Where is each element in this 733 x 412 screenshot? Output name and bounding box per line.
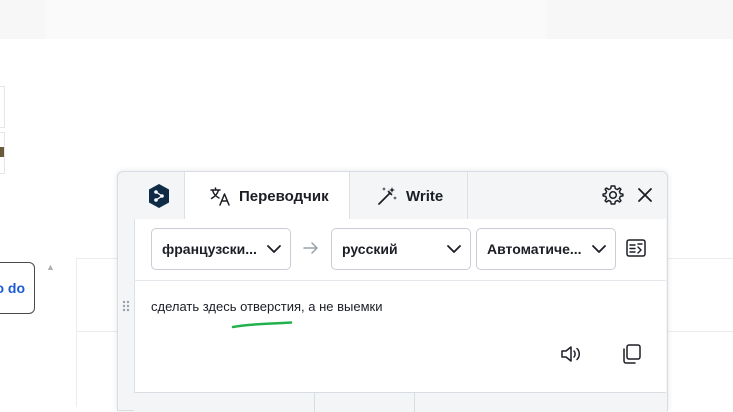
spellcheck-underline[interactable] [231,321,293,329]
arrow-right-icon [303,242,318,254]
target-language-value: русский [342,241,398,257]
copy-icon[interactable] [620,343,642,365]
background-thumbnail[interactable] [0,86,5,128]
bottom-divider [414,393,415,412]
translation-output-header [134,392,666,412]
glossary-icon[interactable] [625,238,647,258]
background-todo-label: o do [0,280,25,296]
chevron-down-icon [447,245,461,253]
speaker-icon[interactable] [560,344,582,364]
caret-up-icon: ▲ [46,262,55,272]
section-divider [134,280,666,281]
formality-mode-select[interactable]: Автоматиче... [476,228,616,270]
bottom-divider [314,393,315,412]
background-todo-button[interactable]: o do [0,262,35,314]
background-thumbnail[interactable] [0,132,5,174]
chevron-down-icon [267,245,281,253]
translator-body: французски... русский Автоматиче... сдел… [117,171,668,412]
background-top-bar-center [46,0,546,39]
source-text-area[interactable]: сделать здесь отверстия, а не выемки [151,299,631,321]
target-language-select[interactable]: русский [331,228,471,270]
drag-handle-icon[interactable] [121,299,131,313]
source-language-value: французски... [162,241,257,257]
background-top-bar [0,0,733,39]
chevron-down-icon [592,245,606,253]
background-divider [76,258,77,407]
source-language-select[interactable]: французски... [151,228,291,270]
formality-mode-value: Автоматиче... [487,241,582,257]
thumbnail-image [0,147,4,157]
